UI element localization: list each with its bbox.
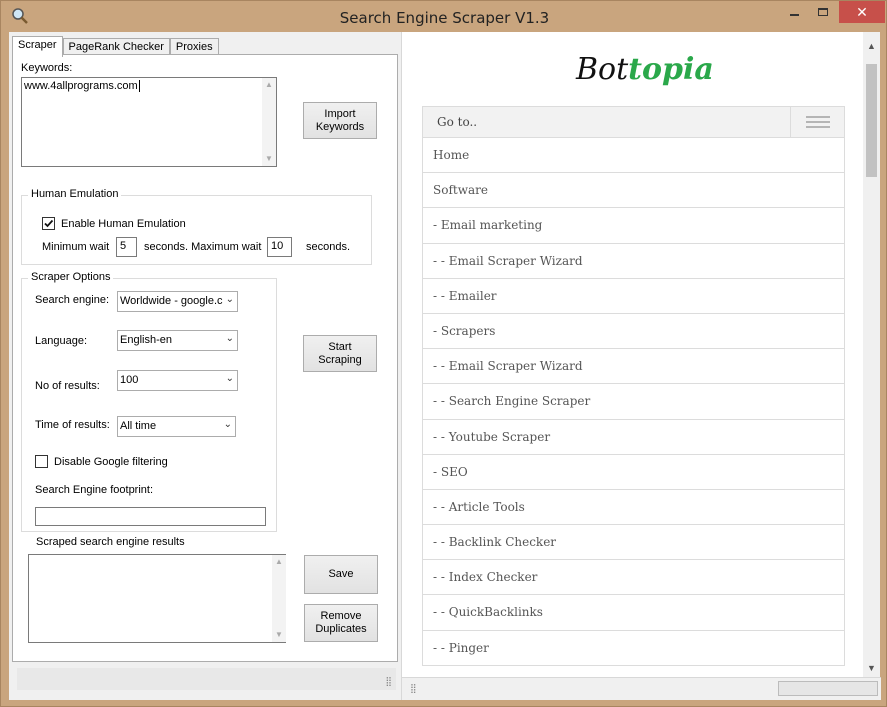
footprint-label: Search Engine footprint: [35, 484, 154, 496]
scrollbar-thumb[interactable] [866, 64, 877, 177]
tab-scraper[interactable]: Scraper [12, 36, 63, 57]
title-bar[interactable]: Search Engine Scraper V1.3 ✕ [1, 1, 887, 33]
scroll-up-icon[interactable]: ▲ [863, 38, 880, 55]
goto-label: Go to.. [437, 115, 478, 129]
results-count-select[interactable]: 100 ⌄ [117, 370, 238, 391]
minimum-wait-input[interactable]: 5 [116, 237, 137, 257]
nav-item-article-tools[interactable]: - - Article Tools [423, 490, 844, 526]
scroll-down-icon[interactable]: ▼ [863, 660, 880, 677]
logo-text-bot: Bot [576, 52, 629, 87]
results-count-label: No of results: [35, 380, 100, 392]
keywords-label: Keywords: [21, 62, 73, 74]
scraped-results-label: Scraped search engine results [36, 536, 185, 548]
nav-item-emailer[interactable]: - - Emailer [423, 279, 844, 314]
human-emulation-group: Human Emulation Enable Human Emulation M… [21, 188, 372, 265]
client-area: Scraper PageRank Checker Proxies Keyword… [9, 32, 881, 700]
footprint-input[interactable] [35, 507, 266, 526]
minimum-wait-label: Minimum wait [42, 241, 110, 253]
resize-grip-icon[interactable]: ⣿ [410, 683, 417, 694]
maximize-icon [818, 8, 828, 16]
search-engine-label: Search engine: [35, 294, 109, 306]
goto-dropdown[interactable]: Go to.. [423, 107, 844, 138]
nav-item-quickbacklinks[interactable]: - - QuickBacklinks [423, 595, 844, 631]
maximum-wait-input[interactable]: 10 [267, 237, 292, 257]
browser-scrollbar[interactable]: ▲ ▼ [863, 32, 880, 677]
language-label: Language: [35, 335, 87, 347]
nav-item-index-checker[interactable]: - - Index Checker [423, 560, 844, 596]
scraper-tab-page: Keywords: www.4allprograms.com ▲ ▼ Impor… [12, 54, 398, 662]
results-scrollbar[interactable]: ▲ ▼ [272, 555, 286, 642]
time-of-results-select[interactable]: All time ⌄ [117, 416, 236, 437]
maximum-wait-label: seconds. Maximum wait [144, 241, 262, 253]
app-window: Search Engine Scraper V1.3 ✕ Scraper Pag… [0, 0, 887, 707]
tab-strip: Scraper PageRank Checker Proxies [12, 36, 219, 57]
scraper-options-group: Scraper Options Search engine: Worldwide… [21, 271, 277, 532]
nav-item-seo[interactable]: - SEO [423, 455, 844, 490]
import-keywords-button[interactable]: Import Keywords [303, 102, 377, 139]
disable-google-filtering-label: Disable Google filtering [54, 456, 168, 468]
keywords-scrollbar[interactable]: ▲ ▼ [262, 78, 276, 166]
maximize-button[interactable] [809, 1, 837, 23]
enable-human-emulation-checkbox[interactable] [42, 217, 55, 230]
scroll-up-icon[interactable]: ▲ [262, 78, 276, 92]
browser-status-bar: ⣿ [402, 677, 881, 700]
time-of-results-label: Time of results: [35, 419, 110, 431]
human-emulation-title: Human Emulation [28, 188, 122, 200]
left-pane: Scraper PageRank Checker Proxies Keyword… [9, 32, 401, 700]
site-nav-menu: Go to.. Home Software - Email marketing … [422, 106, 845, 666]
chevron-down-icon: ⌄ [225, 333, 234, 344]
results-count-value: 100 [120, 374, 139, 386]
nav-item-youtube-scraper[interactable]: - - Youtube Scraper [423, 420, 844, 455]
checkmark-icon [44, 219, 54, 228]
seconds-label: seconds. [306, 241, 351, 253]
chevron-down-icon: ⌄ [223, 419, 232, 430]
close-button[interactable]: ✕ [839, 1, 885, 23]
minimize-icon [789, 14, 799, 16]
close-icon: ✕ [856, 3, 868, 20]
search-engine-select[interactable]: Worldwide - google.c ⌄ [117, 291, 238, 312]
nav-item-search-engine-scraper[interactable]: - - Search Engine Scraper [423, 384, 844, 420]
scroll-up-icon[interactable]: ▲ [272, 555, 286, 569]
keywords-textarea[interactable]: www.4allprograms.com ▲ ▼ [21, 77, 277, 167]
remove-duplicates-button[interactable]: Remove Duplicates [304, 604, 378, 642]
nav-item-email-marketing[interactable]: - Email marketing [423, 208, 844, 244]
nav-item-email-scraper-wizard-2[interactable]: - - Email Scraper Wizard [423, 349, 844, 385]
disable-google-filtering-checkbox[interactable] [35, 455, 48, 468]
scroll-down-icon[interactable]: ▼ [272, 628, 286, 642]
scroll-down-icon[interactable]: ▼ [262, 152, 276, 166]
scraped-results-textarea[interactable] [28, 554, 286, 643]
start-scraping-button[interactable]: Start Scraping [303, 335, 377, 372]
time-of-results-value: All time [120, 420, 157, 432]
nav-item-scrapers[interactable]: - Scrapers [423, 314, 844, 350]
resize-grip-icon[interactable]: ⣿ [385, 676, 392, 687]
site-logo[interactable]: Bottopia [576, 52, 714, 87]
nav-item-pinger[interactable]: - - Pinger [423, 631, 844, 666]
browser-pane: Bottopia Go to.. Home Software - Email m… [401, 32, 881, 700]
minimize-button[interactable] [779, 1, 809, 23]
save-button[interactable]: Save [304, 555, 378, 594]
nav-item-home[interactable]: Home [423, 138, 844, 174]
nav-item-backlink-checker[interactable]: - - Backlink Checker [423, 525, 844, 561]
chevron-down-icon: ⌄ [225, 373, 234, 384]
scraper-options-title: Scraper Options [28, 271, 114, 283]
progress-bar [778, 681, 878, 696]
search-engine-value: Worldwide - google.c [120, 295, 223, 307]
chevron-down-icon: ⌄ [225, 294, 234, 305]
enable-human-emulation-label: Enable Human Emulation [61, 218, 186, 230]
hamburger-menu-icon[interactable] [790, 107, 844, 137]
language-value: English-en [120, 334, 172, 346]
keywords-value: www.4allprograms.com [24, 80, 138, 92]
logo-text-topia: topia [628, 52, 714, 87]
left-status-bar: ⣿ [17, 668, 396, 690]
nav-item-software[interactable]: Software [423, 173, 844, 209]
nav-item-email-scraper-wizard[interactable]: - - Email Scraper Wizard [423, 244, 844, 279]
window-title: Search Engine Scraper V1.3 [339, 9, 550, 27]
language-select[interactable]: English-en ⌄ [117, 330, 238, 351]
